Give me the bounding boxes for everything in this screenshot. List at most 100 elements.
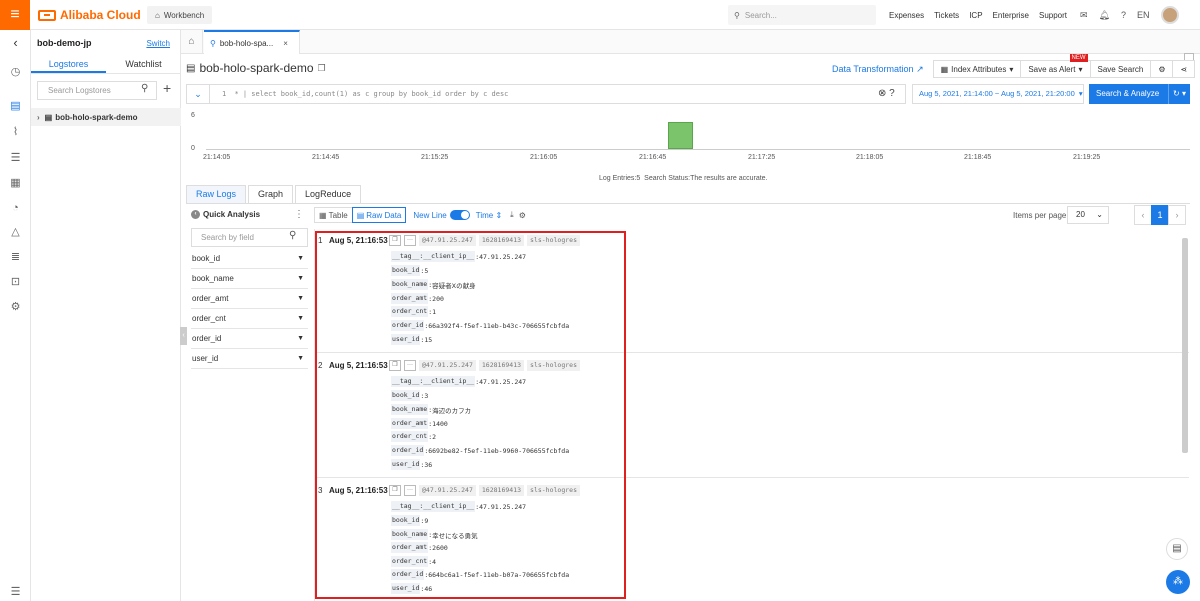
field-order-amt[interactable]: order_amt ▼ (191, 289, 308, 309)
data-transformation-label: Data Transformation (832, 63, 914, 74)
help-icon[interactable]: ? (889, 88, 895, 99)
table-label: Table (328, 210, 348, 220)
y-tick-max: 6 (191, 112, 195, 119)
search-status-text: The results are accurate. (690, 175, 768, 182)
search-status: Log Entries:5 Search Status:The results … (599, 175, 768, 182)
query-expand-toggle[interactable]: ⌄ (186, 84, 210, 104)
x-tick: 21:19:25 (1073, 154, 1101, 161)
back-arrow-icon[interactable]: ‹ (9, 36, 22, 49)
refresh-icon[interactable]: ↻ ▾ (1168, 84, 1186, 104)
tickets-link[interactable]: Tickets (934, 11, 959, 20)
search-icon[interactable]: ⚲ (289, 230, 296, 241)
global-search-input[interactable]: ⚲ Search... (728, 5, 876, 25)
close-icon[interactable]: × (283, 39, 288, 48)
caret-down-icon: ▾ (1009, 64, 1014, 74)
logstore-tree-item[interactable]: › ▤ bob-holo-spark-demo (31, 108, 181, 126)
tab-watchlist[interactable]: Watchlist (106, 56, 181, 73)
raw-data-label: Raw Data (366, 210, 402, 220)
chart-icon[interactable]: ⌇ (9, 126, 22, 139)
share-button[interactable]: ⋖ (1172, 60, 1196, 78)
apps-grid-icon[interactable]: ⁂ (1166, 570, 1190, 594)
field-book-id[interactable]: book_id ▼ (191, 249, 308, 269)
support-link[interactable]: Support (1039, 11, 1067, 20)
alert-icon[interactable]: △ (9, 226, 22, 239)
field-user-id[interactable]: user_id ▼ (191, 349, 308, 369)
copy-icon[interactable]: ❐ (318, 63, 326, 74)
robot-icon[interactable]: ⊡ (9, 276, 22, 289)
more-options-icon[interactable]: ⋮ (294, 209, 304, 220)
search-placeholder: Search... (744, 10, 777, 20)
logstore-icon[interactable]: ▤ (9, 100, 22, 113)
page-number-button[interactable]: 1 (1151, 205, 1169, 225)
items-per-page-select[interactable]: 20 ⌄ (1067, 206, 1109, 224)
table-view-button[interactable]: ▦ Table (314, 207, 353, 223)
quick-analysis-header[interactable]: ‹ Quick Analysis (191, 210, 260, 219)
switch-project-link[interactable]: Switch (146, 39, 170, 48)
feedback-icon[interactable]: ▤ (1166, 538, 1188, 560)
histogram-bar[interactable] (668, 122, 693, 149)
save-search-button[interactable]: Save Search (1089, 60, 1152, 78)
message-icon[interactable]: ✉ (1080, 10, 1088, 21)
help-icon[interactable]: ? (1121, 10, 1126, 20)
search-icon[interactable]: ⚲ (141, 83, 148, 94)
new-badge: NEW (1069, 54, 1088, 62)
home-tab-icon[interactable]: ⌂ (181, 30, 203, 54)
save-as-alert-button[interactable]: Save as Alert ▾ NEW (1020, 54, 1091, 78)
field-book-name[interactable]: book_name ▼ (191, 269, 308, 289)
time-range-picker[interactable]: Aug 5, 2021, 21:14:00 ~ Aug 5, 2021, 21:… (912, 84, 1084, 104)
prev-page-button[interactable]: ‹ (1134, 205, 1152, 225)
field-order-cnt[interactable]: order_cnt ▼ (191, 309, 308, 329)
time-sort-dropdown[interactable]: Time ⇕ (476, 211, 502, 220)
tab-graph[interactable]: Graph (248, 185, 294, 204)
avatar[interactable] (1160, 6, 1179, 24)
caret-down-icon: ▾ (1078, 64, 1083, 74)
next-page-button[interactable]: › (1168, 205, 1186, 225)
tab-logstore[interactable]: ⚲ bob-holo-spa... × (204, 30, 300, 54)
collapse-panel-handle[interactable]: ‹ (180, 327, 187, 345)
top-icons: ✉ 🔔︎ ? EN (1080, 0, 1179, 30)
field-label: order_id (192, 334, 222, 343)
expenses-link[interactable]: Expenses (889, 11, 924, 20)
data-transformation-link[interactable]: Data Transformation ↗ (832, 64, 924, 75)
collapse-menu-icon[interactable]: ☰ (9, 586, 22, 599)
field-label: user_id (192, 354, 219, 363)
items-per-page-label: Items per page: (1013, 211, 1069, 220)
field-order-id[interactable]: order_id ▼ (191, 329, 308, 349)
settings-button[interactable]: ⚙ (1150, 60, 1174, 78)
x-tick: 21:14:45 (312, 154, 340, 161)
tab-raw-logs[interactable]: Raw Logs (186, 185, 247, 204)
tab-logreduce[interactable]: LogReduce (295, 185, 362, 204)
sort-icon: ⇕ (495, 210, 503, 220)
search-analyze-button[interactable]: Search & Analyze ↻ ▾ (1089, 84, 1190, 104)
download-icon[interactable]: ⤓ (510, 210, 514, 220)
icp-link[interactable]: ICP (969, 11, 982, 20)
logstore-search-input[interactable]: Search Logstores (37, 81, 157, 100)
logstore-panel: bob-demo-jp Switch Logstores Watchlist S… (31, 30, 181, 601)
alibaba-cloud-logo[interactable]: Alibaba Cloud (38, 7, 141, 23)
enterprise-link[interactable]: Enterprise (993, 11, 1029, 20)
settings-icon[interactable]: ⚙ (9, 301, 22, 314)
clear-icon[interactable]: ⊗ (878, 88, 886, 99)
log-list-scrollbar[interactable] (1182, 238, 1188, 453)
time-range-text: Aug 5, 2021, 21:14:00 ~ Aug 5, 2021, 21:… (919, 89, 1075, 98)
pie-icon[interactable]: ◔ (9, 202, 22, 215)
tab-logstores[interactable]: Logstores (31, 56, 106, 73)
index-attributes-button[interactable]: ▦ Index Attributes ▾ (932, 60, 1022, 78)
query-text: * | select book_id,count(1) as c group b… (234, 90, 509, 98)
add-logstore-icon[interactable]: + (163, 80, 171, 96)
language-switch[interactable]: EN (1137, 10, 1150, 20)
left-icon-rail: ‹ ◷ ▤ ⌇ ☰ ▦ ◔ △ ≣ ⊡ ⚙ ☰ (0, 30, 31, 601)
gear-icon[interactable]: ⚙ (519, 211, 526, 220)
new-line-toggle[interactable] (449, 210, 470, 220)
workbench-button[interactable]: ⌂ Workbench (147, 6, 213, 24)
x-tick: 21:17:25 (748, 154, 776, 161)
caret-down-icon: ▼ (297, 295, 304, 302)
bell-icon[interactable]: 🔔︎ (1099, 10, 1110, 21)
raw-data-view-button[interactable]: ▤ Raw Data (351, 207, 407, 223)
list-icon[interactable]: ≣ (9, 251, 22, 264)
hamburger-menu-icon[interactable]: ≡ (0, 0, 30, 30)
clock-icon[interactable]: ◷ (9, 66, 22, 79)
query-input[interactable]: 1 * | select book_id,count(1) as c group… (210, 84, 906, 104)
document-icon[interactable]: ▦ (9, 177, 22, 190)
storage-icon[interactable]: ☰ (9, 152, 22, 165)
